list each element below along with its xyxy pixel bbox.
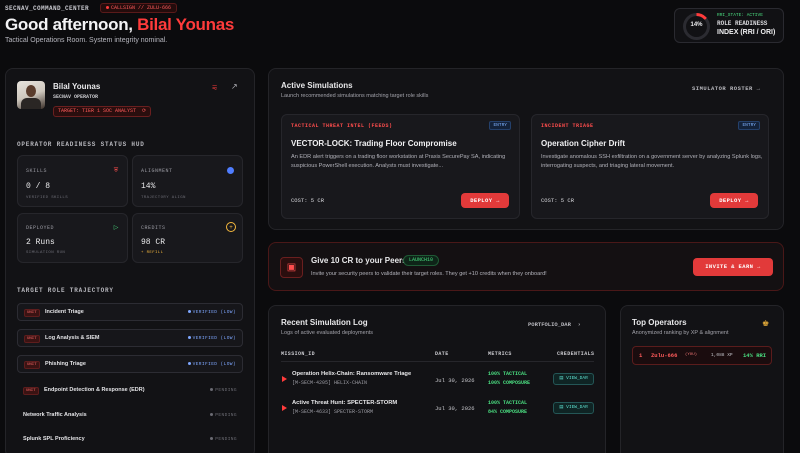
log-title: Recent Simulation Log — [281, 318, 368, 327]
referral-title: Give 10 CR to your Peers — [311, 256, 407, 265]
trajectory-item[interactable]: Splunk SPL Proficiency PENDING — [17, 431, 243, 449]
top-operators-title: Top Operators — [632, 318, 687, 327]
entry-badge: ENTRY — [738, 121, 760, 130]
divider — [281, 361, 594, 362]
arrow-right-icon: → — [756, 85, 761, 92]
trophy-icon: ♚ — [762, 319, 770, 328]
mission-id: [M-SECM-4205] HELIX-CHAIN — [292, 380, 368, 386]
gift-icon: ▣ — [280, 257, 303, 278]
entry-badge: ENTRY — [489, 121, 511, 130]
deploy-button[interactable]: DEPLOY → — [461, 193, 509, 208]
stat-card-skills: SKILLS ⛨ 0 / 8 VERIFIED SKILLS — [17, 155, 128, 207]
refill-link[interactable]: + REFILL — [141, 251, 163, 255]
simulations-title: Active Simulations — [281, 81, 353, 90]
view-dar-button[interactable]: ▤ VIEW_DAR — [553, 373, 594, 385]
simulation-card: TACTICAL THREAT INTEL (FEEDS) ENTRY VECT… — [281, 114, 520, 219]
chevron-right-icon: › — [577, 321, 581, 328]
play-icon: ▷ — [113, 225, 119, 231]
mission-name[interactable]: Operation Helix-Chain: Ransomware Triage — [292, 371, 411, 377]
leaderboard-row[interactable]: 1 Zulu-666 (YOU) 1,088 XP 14% RRI — [632, 346, 772, 365]
trajectory-item[interactable]: UNIT Phishing Triage VERIFIED (LOW) — [17, 355, 243, 373]
trajectory-item[interactable]: Network Traffic Analysis PENDING — [17, 407, 243, 425]
metric-tactical: 100% TACTICAL — [488, 400, 528, 406]
callsign-badge: CALLSIGN // ZULU-666 — [100, 3, 178, 13]
simulations-subtitle: Launch recommended simulations matching … — [281, 93, 429, 99]
view-dar-button[interactable]: ▤ VIEW_DAR — [553, 402, 594, 414]
stat-value: 98 CR — [141, 238, 166, 247]
rri-ring: 14% — [683, 13, 710, 40]
stat-value: 14% — [141, 182, 156, 191]
play-icon — [282, 376, 287, 382]
profile-name: Bilal Younas — [53, 82, 101, 91]
trajectory-item[interactable]: UNIT Endpoint Detection & Response (EDR)… — [17, 382, 243, 400]
rank: 1 — [639, 352, 643, 359]
brand-title: SECNAV_COMMAND_CENTER — [5, 5, 90, 12]
column-header: CREDENTIALS — [557, 351, 595, 357]
hud-title: OPERATOR READINESS STATUS HUD — [17, 141, 145, 148]
metric-composure: 100% COMPOSURE — [488, 380, 531, 386]
promo-code-badge[interactable]: LAUNCH10 — [403, 255, 440, 266]
trajectory-title: TARGET ROLE TRAJECTORY — [17, 287, 114, 294]
user-name: Bilal Younas — [137, 15, 235, 34]
stat-card-credits: CREDITS + 98 CR + REFILL — [132, 213, 243, 263]
top-operators-panel — [620, 305, 784, 453]
mission-date: Jul 30, 2026 — [435, 405, 475, 412]
operator-xp: 1,088 XP — [711, 353, 733, 358]
dot-icon — [106, 6, 109, 10]
arrow-right-icon: → — [496, 197, 500, 204]
deploy-button[interactable]: DEPLOY → — [710, 193, 758, 208]
you-badge: (YOU) — [685, 353, 698, 357]
play-icon — [282, 405, 287, 411]
trajectory-item[interactable]: UNIT Incident Triage VERIFIED (LOW) — [17, 303, 243, 321]
document-icon: ▤ — [559, 405, 564, 410]
metric-tactical: 100% TACTICAL — [488, 371, 528, 377]
profile-role: SECNAV OPERATOR — [53, 94, 99, 100]
external-link-icon[interactable]: ↗ — [231, 82, 238, 91]
rri-label-1: ROLE READINESS — [717, 20, 768, 27]
stat-value: 0 / 8 — [26, 182, 51, 191]
avatar — [17, 81, 45, 109]
column-header: METRICS — [488, 351, 512, 357]
stat-card-alignment: ALIGNMENT 14% TRAJECTORY ALIGN — [132, 155, 243, 207]
simulation-card: INCIDENT TRIAGE ENTRY Operation Cipher D… — [531, 114, 769, 219]
log-subtitle: Logs of active evaluated deployments — [281, 330, 374, 336]
stat-value: 2 Runs — [26, 238, 55, 247]
simulator-roster-link[interactable]: SIMULATOR ROSTER → — [692, 85, 760, 92]
document-icon: ▤ — [559, 376, 564, 381]
shield-icon: ⛨ — [113, 168, 119, 174]
top-operators-subtitle: Anonymized ranking by XP & alignment — [632, 330, 729, 336]
operator-name: Zulu-666 — [651, 352, 678, 359]
column-header: DATE — [435, 351, 449, 357]
column-header: MISSION_ID — [281, 351, 316, 357]
arrow-right-icon: → — [745, 197, 749, 204]
rri-state: RRI_STATE: ACTIVE — [717, 13, 763, 18]
rri-label-2: INDEX (RRI / ORI) — [717, 29, 776, 36]
globe-icon — [227, 167, 234, 174]
operator-rri: 14% RRI — [743, 352, 767, 359]
referral-desc: Invite your security peers to validate t… — [311, 271, 547, 277]
invite-earn-button[interactable]: INVITE & EARN → — [693, 258, 773, 276]
stat-card-deployed: DEPLOYED ▷ 2 Runs SIMULATION RUN — [17, 213, 128, 263]
page-title: Good afternoon, Bilal Younas — [5, 15, 235, 34]
mission-id: [M-SECM-4633] SPECTER-STORM — [292, 409, 374, 415]
trajectory-item[interactable]: UNIT Log Analysis & SIEM VERIFIED (LOW) — [17, 329, 243, 347]
mission-name[interactable]: Active Threat Hunt: SPECTER-STORM — [292, 400, 397, 406]
arrow-right-icon: → — [757, 263, 761, 270]
plus-icon[interactable]: + — [226, 222, 236, 232]
rri-widget[interactable]: 14% RRI_STATE: ACTIVE ROLE READINESS IND… — [674, 8, 784, 43]
share-icon[interactable]: ⩳ — [212, 82, 217, 93]
portfolio-link[interactable]: PORTFOLIO_DAR › — [528, 321, 581, 328]
mission-date: Jul 30, 2026 — [435, 377, 475, 384]
metric-composure: 84% COMPOSURE — [488, 409, 528, 415]
page-subtitle: Tactical Operations Room. System integri… — [5, 37, 168, 44]
share-icon[interactable]: ⟳ — [142, 108, 146, 114]
target-role-badge: TARGET: TIER 1 SOC ANALYST ⟳ — [53, 106, 152, 117]
